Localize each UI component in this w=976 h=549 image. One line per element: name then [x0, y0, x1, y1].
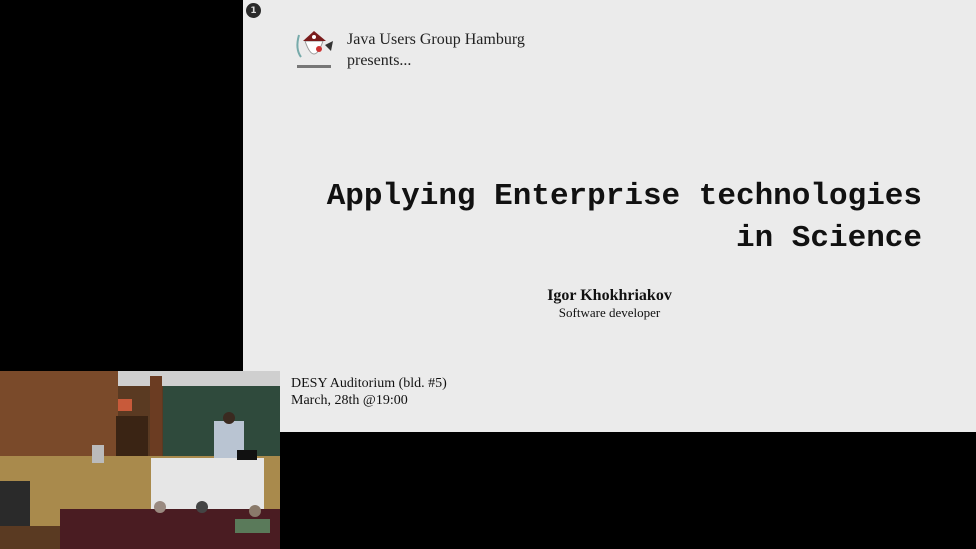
slide-title: Applying Enterprise technologies in Scie…: [327, 176, 922, 260]
speaker-camera-feed: [0, 371, 280, 549]
title-line-2: in Science: [735, 221, 922, 256]
speaker-name: Igor Khokhriakov: [547, 287, 672, 304]
organizer-name: Java Users Group Hamburg: [347, 31, 525, 48]
presentation-slide: 1 Java Users Group Hamburg presents... A…: [243, 0, 976, 432]
speaker-info: Igor Khokhriakov Software developer: [243, 286, 976, 321]
slide-number-badge: 1: [246, 3, 261, 18]
presents-text: presents...: [347, 52, 412, 69]
venue-info: DESY Auditorium (bld. #5) March, 28th @1…: [291, 375, 447, 409]
organizer-text: Java Users Group Hamburg presents...: [347, 29, 525, 71]
title-line-1: Applying Enterprise technologies: [326, 179, 922, 214]
speaker-role: Software developer: [558, 305, 661, 320]
venue-text: DESY Auditorium (bld. #5): [291, 376, 447, 391]
jug-hamburg-logo: [296, 31, 333, 68]
date-text: March, 28th @19:00: [291, 393, 408, 408]
